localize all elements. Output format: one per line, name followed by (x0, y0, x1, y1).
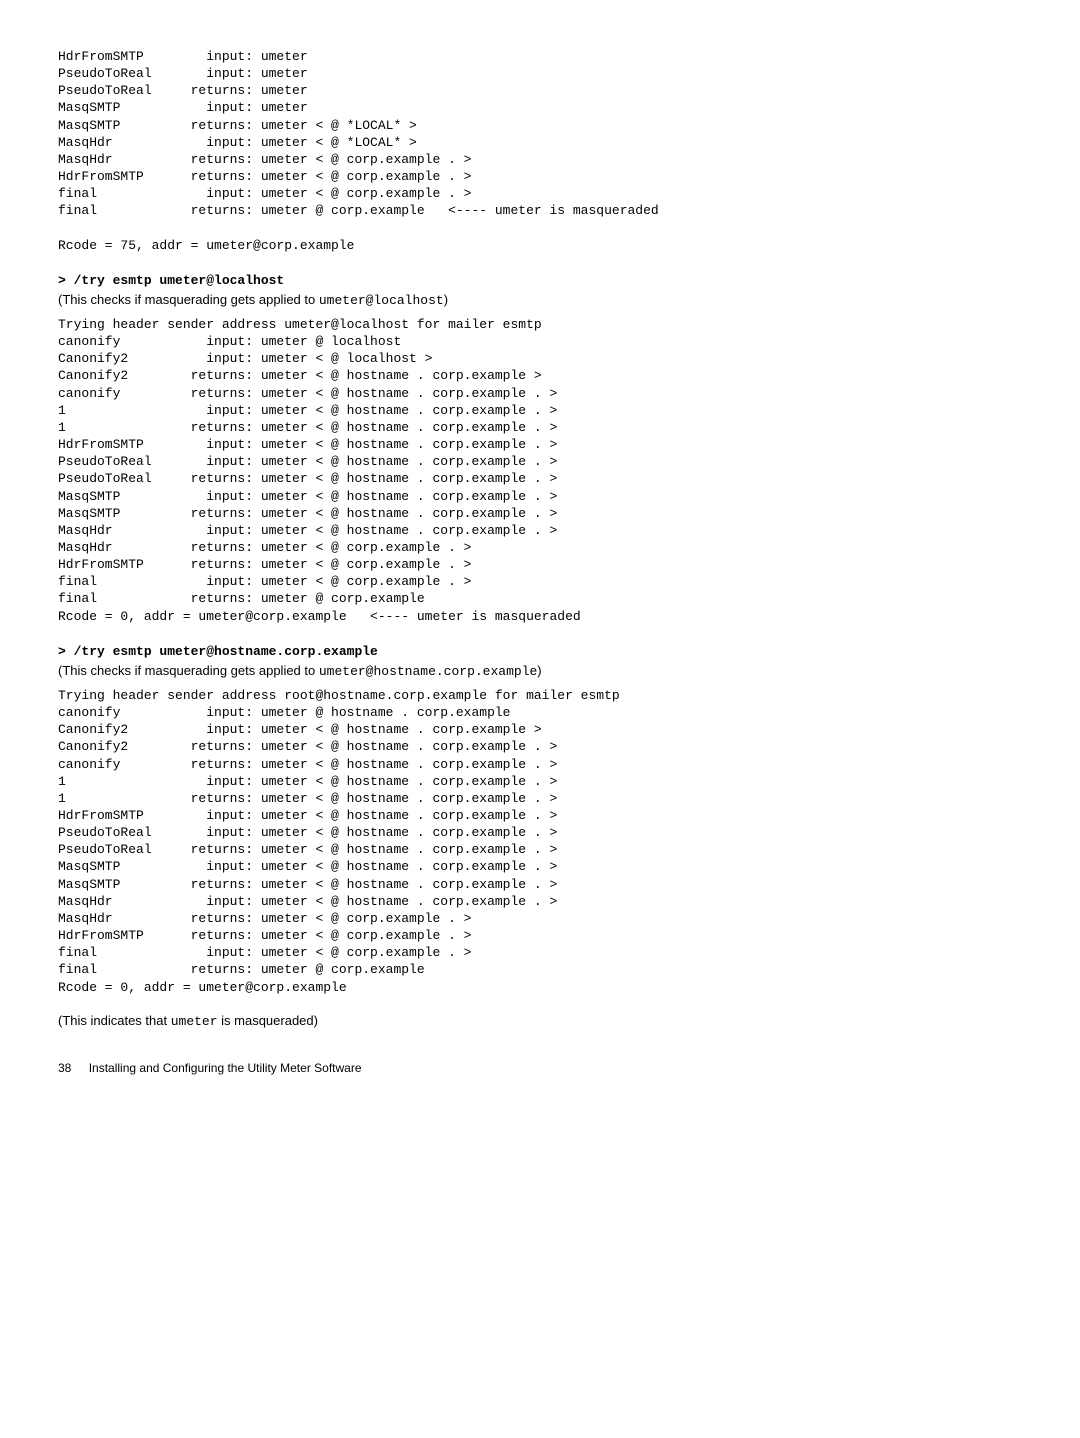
narr-code: umeter@hostname.corp.example (319, 664, 537, 679)
narr-text: (This checks if masquerading gets applie… (58, 663, 319, 678)
narrative-hostname: (This checks if masquerading gets applie… (58, 662, 1028, 681)
section-heading-try-localhost: > /try esmtp umeter@localhost (58, 272, 1028, 290)
terminal-output-block-1: HdrFromSMTP input: umeter PseudoToReal i… (58, 48, 1028, 254)
closing-text-after: is masqueraded) (218, 1013, 318, 1028)
page-number: 38 (58, 1060, 71, 1076)
closing-code: umeter (171, 1014, 218, 1029)
narr-text-after: ) (444, 292, 448, 307)
footer-title: Installing and Configuring the Utility M… (89, 1061, 362, 1075)
narr-text-after: ) (537, 663, 541, 678)
closing-text-before: (This indicates that (58, 1013, 171, 1028)
narr-code: umeter@localhost (319, 293, 444, 308)
narr-text: (This checks if masquerading gets applie… (58, 292, 319, 307)
terminal-output-block-3: Trying header sender address root@hostna… (58, 687, 1028, 996)
closing-note: (This indicates that umeter is masquerad… (58, 1012, 1028, 1031)
page-footer: 38 Installing and Configuring the Utilit… (58, 1060, 1028, 1076)
section-heading-try-hostname: > /try esmtp umeter@hostname.corp.exampl… (58, 643, 1028, 661)
terminal-output-block-2: Trying header sender address umeter@loca… (58, 316, 1028, 625)
narrative-localhost: (This checks if masquerading gets applie… (58, 291, 1028, 310)
